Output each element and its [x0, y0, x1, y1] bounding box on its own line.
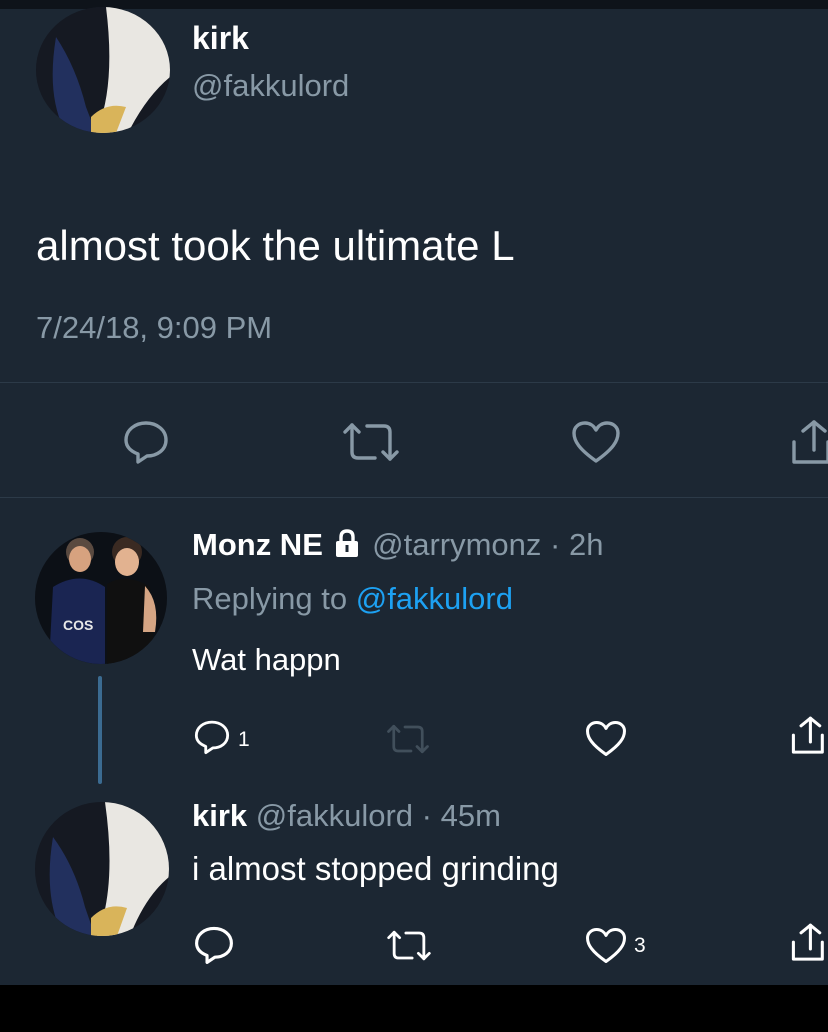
retweet-icon — [384, 722, 432, 756]
avatar[interactable]: COS — [35, 532, 167, 664]
replying-to-line: Replying to @fakkulord — [192, 581, 513, 617]
avatar[interactable] — [35, 802, 169, 936]
reply-icon[interactable] — [122, 419, 170, 465]
handle-time[interactable]: @fakkulord · 45m — [256, 798, 501, 833]
lock-icon — [334, 528, 360, 566]
timestamp[interactable]: 7/24/18, 9:09 PM — [36, 310, 272, 346]
reply-header: kirk @fakkulord · 45m — [192, 798, 501, 834]
like-icon[interactable] — [571, 420, 621, 464]
share-icon[interactable] — [790, 923, 824, 963]
tweet-text: almost took the ultimate L — [36, 222, 515, 269]
replying-to-link[interactable]: @fakkulord — [356, 581, 513, 616]
avatar-photo: COS — [35, 532, 167, 664]
like-icon[interactable] — [585, 720, 627, 757]
avatar-photo — [35, 802, 169, 936]
bottom-bar — [0, 985, 828, 1032]
top-bar — [0, 0, 828, 9]
retweet-icon[interactable] — [384, 928, 434, 963]
retweet-icon[interactable] — [339, 420, 403, 464]
divider — [0, 382, 828, 383]
reply-icon[interactable] — [193, 925, 235, 965]
display-name[interactable]: kirk — [192, 798, 247, 833]
display-name[interactable]: Monz NE — [192, 527, 323, 562]
divider — [0, 497, 828, 498]
tweet-text: i almost stopped grinding — [192, 850, 559, 887]
reply-header: Monz NE @tarrymonz · 2h — [192, 527, 603, 566]
reply-count: 1 — [238, 728, 250, 751]
tweet-text: Wat happn — [192, 642, 341, 677]
svg-text:COS: COS — [63, 617, 93, 633]
reply-icon[interactable] — [193, 719, 231, 755]
avatar[interactable] — [36, 7, 170, 133]
replying-prefix: Replying to — [192, 581, 348, 616]
handle[interactable]: @fakkulord — [192, 68, 349, 104]
share-icon[interactable] — [790, 420, 828, 466]
share-icon[interactable] — [790, 716, 824, 756]
handle-time[interactable]: @tarrymonz · 2h — [372, 527, 603, 562]
thread-line — [98, 676, 102, 784]
display-name[interactable]: kirk — [192, 20, 249, 57]
like-count: 3 — [634, 934, 646, 957]
avatar-photo — [36, 7, 170, 133]
like-icon[interactable] — [585, 927, 627, 964]
